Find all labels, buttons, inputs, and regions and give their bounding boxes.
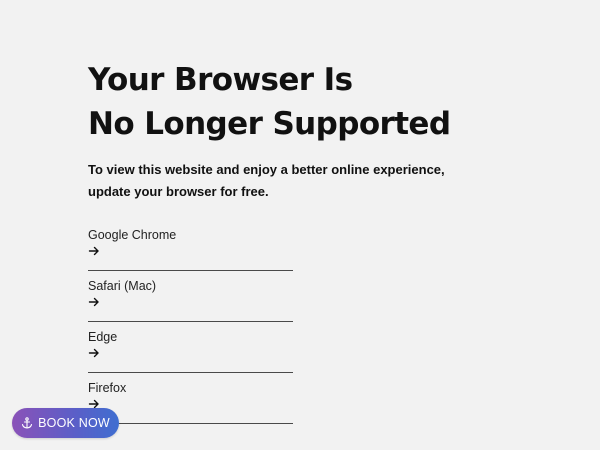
anchor-icon [22, 417, 33, 429]
browser-link-edge[interactable]: Edge [88, 328, 293, 373]
browser-link-label: Google Chrome [88, 228, 177, 242]
browser-list: Google Chrome Safari (Mac) Edge Firefox [88, 226, 293, 430]
page-subtitle: To view this website and enjoy a better … [88, 159, 508, 203]
browser-link-label: Edge [88, 330, 118, 344]
page-subtitle-line-1: To view this website and enjoy a better … [88, 162, 445, 177]
browser-link-chrome[interactable]: Google Chrome [88, 226, 293, 271]
page-title-line-2: No Longer Supported [88, 106, 451, 142]
browser-link-label: Safari (Mac) [88, 279, 157, 293]
unsupported-browser-message: Your Browser Is No Longer Supported To v… [88, 58, 508, 203]
page-title-line-1: Your Browser Is [88, 62, 353, 98]
list-item: Safari (Mac) [88, 277, 293, 322]
arrow-right-icon [88, 348, 99, 358]
list-item: Google Chrome [88, 226, 293, 271]
page-subtitle-line-2: update your browser for free. [88, 184, 269, 199]
browser-link-safari[interactable]: Safari (Mac) [88, 277, 293, 322]
browser-link-label: Firefox [88, 381, 127, 395]
book-now-button[interactable]: BOOK NOW [12, 408, 119, 438]
list-item: Firefox [88, 379, 293, 424]
list-item: Edge [88, 328, 293, 373]
page-title: Your Browser Is No Longer Supported [88, 58, 508, 146]
arrow-right-icon [88, 297, 99, 307]
browser-link-firefox[interactable]: Firefox [88, 379, 293, 424]
arrow-right-icon [88, 246, 99, 256]
book-now-label: BOOK NOW [38, 416, 110, 430]
